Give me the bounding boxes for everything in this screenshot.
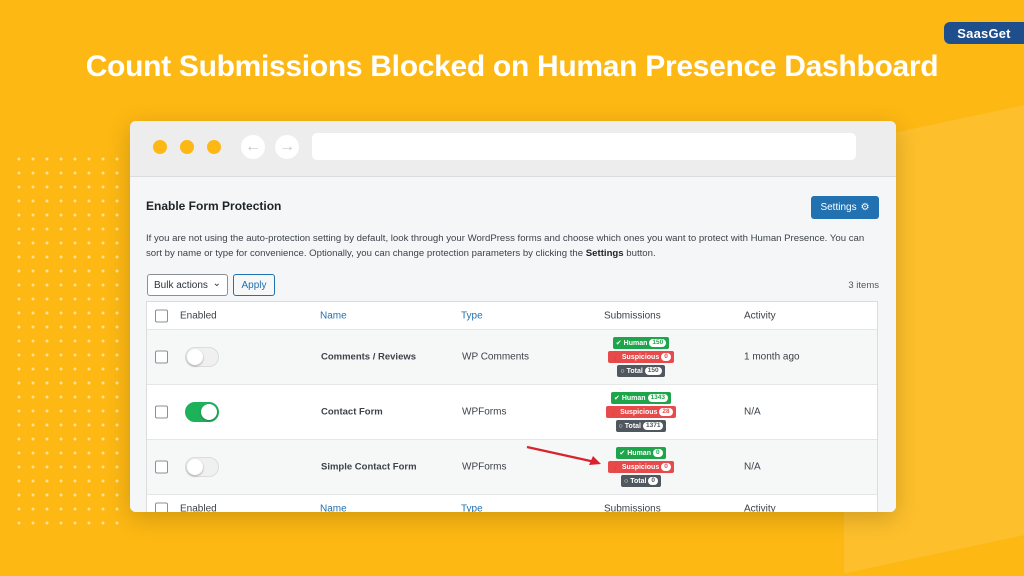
table-header: Enabled Name Type Submissions Activity — [147, 302, 877, 330]
chevron-down-icon: ⌄ — [212, 278, 221, 289]
description-text-end: button. — [623, 247, 656, 259]
table-row: Contact Form WPForms ✔ Human 1343 ❗ Susp… — [147, 385, 877, 440]
form-name: Contact Form — [321, 406, 383, 418]
submission-badges: ✔ Human 0 ❗ Suspicious 0 ○ Total 0 — [601, 447, 681, 487]
window-dot-3[interactable] — [207, 140, 221, 154]
col-type-sort[interactable]: Type — [461, 310, 483, 321]
headline: Count Submissions Blocked on Human Prese… — [85, 50, 939, 83]
table-row: Comments / Reviews WP Comments ✔ Human 1… — [147, 330, 877, 385]
settings-button[interactable]: Settings ⚙ — [811, 196, 879, 219]
human-badge: ✔ Human 1343 — [610, 392, 672, 404]
browser-chrome: ← → — [130, 121, 896, 177]
apply-button[interactable]: Apply — [233, 274, 275, 296]
col-name-sort[interactable]: Name — [320, 310, 347, 321]
enable-toggle[interactable] — [185, 457, 219, 477]
forward-arrow-icon[interactable]: → — [275, 135, 299, 159]
activity: N/A — [744, 461, 761, 473]
enable-toggle[interactable] — [185, 347, 219, 367]
dot-pattern — [12, 152, 122, 532]
description-settings-bold: Settings — [585, 247, 624, 259]
toggle-knob — [187, 349, 203, 365]
form-type: WPForms — [462, 461, 507, 473]
suspicious-badge: ❗ Suspicious 0 — [608, 351, 674, 363]
total-badge: ○ Total 150 — [617, 365, 665, 377]
col-submissions: Submissions — [604, 310, 661, 321]
items-count: 3 items — [848, 280, 879, 291]
total-badge: ○ Total 0 — [620, 475, 662, 487]
enable-toggle[interactable] — [185, 402, 219, 422]
back-arrow-icon[interactable]: ← — [241, 135, 265, 159]
col-submissions-footer: Submissions — [604, 503, 661, 512]
activity: 1 month ago — [744, 351, 800, 363]
bulk-actions-select[interactable]: Bulk actions ⌄ — [147, 274, 228, 296]
settings-label: Settings — [820, 202, 857, 213]
row-checkbox[interactable] — [155, 350, 168, 364]
table-footer: Enabled Name Type Submissions Activity — [147, 495, 877, 512]
col-type-sort-footer[interactable]: Type — [461, 503, 483, 512]
col-enabled: Enabled — [180, 310, 217, 321]
table-row: Simple Contact Form WPForms ✔ Human 0 ❗ … — [147, 440, 877, 495]
select-all-checkbox-footer[interactable] — [155, 502, 168, 512]
submission-badges: ✔ Human 150 ❗ Suspicious 0 ○ Total 150 — [601, 337, 681, 377]
col-enabled-footer: Enabled — [180, 503, 217, 512]
url-bar[interactable] — [312, 133, 856, 160]
form-name: Simple Contact Form — [321, 461, 417, 473]
brand-logo: SaasGet — [944, 22, 1024, 44]
suspicious-badge: ❗ Suspicious 28 — [606, 406, 676, 418]
form-name: Comments / Reviews — [321, 351, 417, 363]
forms-table: Enabled Name Type Submissions Activity C… — [146, 301, 878, 512]
activity: N/A — [744, 406, 761, 418]
submission-badges: ✔ Human 1343 ❗ Suspicious 28 ○ Total 137… — [601, 392, 681, 432]
select-all-checkbox[interactable] — [155, 309, 168, 322]
row-checkbox[interactable] — [155, 405, 168, 419]
red-arrow-icon — [526, 445, 601, 465]
window-dot-2[interactable] — [180, 140, 194, 154]
browser-window: ← → Enable Form Protection Settings ⚙ If… — [130, 121, 896, 512]
page-description: If you are not using the auto-protection… — [146, 232, 866, 261]
page-title: Enable Form Protection — [146, 199, 282, 213]
window-dot-1[interactable] — [153, 140, 167, 154]
form-type: WP Comments — [462, 351, 530, 363]
human-badge: ✔ Human 150 — [612, 337, 670, 349]
human-badge: ✔ Human 0 — [616, 447, 666, 459]
gear-icon: ⚙ — [860, 202, 870, 213]
suspicious-badge: ❗ Suspicious 0 — [608, 461, 674, 473]
row-checkbox[interactable] — [155, 460, 168, 474]
toggle-knob — [187, 459, 203, 475]
description-text: If you are not using the auto-protection… — [146, 233, 865, 259]
toggle-knob — [201, 404, 217, 420]
total-badge: ○ Total 1371 — [615, 420, 667, 432]
col-activity-footer: Activity — [744, 503, 776, 512]
form-type: WPForms — [462, 406, 507, 418]
col-name-sort-footer[interactable]: Name — [320, 503, 347, 512]
col-activity: Activity — [744, 310, 776, 321]
admin-content: Enable Form Protection Settings ⚙ If you… — [130, 177, 896, 512]
bulk-actions-label: Bulk actions — [154, 279, 208, 291]
